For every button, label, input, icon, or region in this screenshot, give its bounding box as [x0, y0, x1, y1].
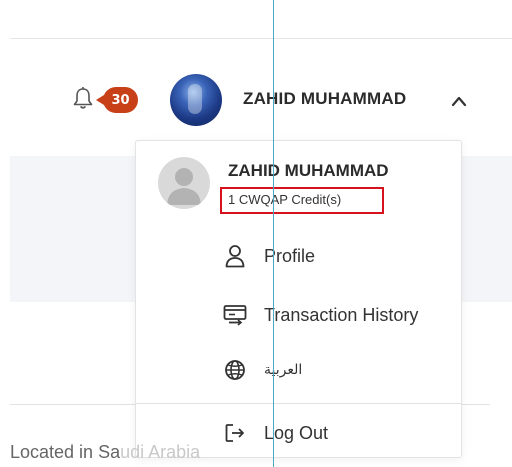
transaction-history-icon	[220, 300, 250, 330]
location-obscured-text: udi Arabia	[120, 442, 201, 462]
user-menu-name[interactable]: ZAHID MUHAMMAD	[243, 89, 406, 109]
menu-label-profile: Profile	[264, 245, 316, 266]
menu-label-transaction-history: Transaction History	[264, 304, 419, 325]
location-text: Located in Saudi Arabia	[10, 442, 200, 463]
globe-icon	[220, 355, 250, 385]
logout-icon	[220, 418, 250, 448]
menu-label-arabic: العربية	[264, 362, 303, 378]
menu-item-logout[interactable]: Log Out	[220, 416, 328, 450]
avatar[interactable]	[170, 74, 222, 126]
default-avatar-icon	[158, 157, 210, 209]
vertical-guide-line	[273, 0, 274, 467]
menu-item-transaction-history[interactable]: Transaction History	[220, 298, 418, 332]
menu-item-profile[interactable]: Profile	[220, 239, 315, 273]
bell-icon[interactable]	[72, 86, 94, 110]
chevron-up-icon[interactable]	[451, 92, 467, 107]
dropdown-divider	[136, 403, 461, 404]
dropdown-user-name: ZAHID MUHAMMAD	[228, 161, 389, 180]
notification-badge[interactable]: 30	[96, 87, 138, 113]
header-divider	[10, 38, 512, 39]
credits-text: 1 CWQAP Credit(s)	[228, 192, 342, 207]
user-dropdown-menu: ZAHID MUHAMMAD 1 CWQAP Credit(s) Profile…	[135, 140, 462, 458]
person-icon	[220, 241, 250, 271]
menu-item-arabic[interactable]: العربية	[220, 353, 302, 387]
location-visible-text: Located in Sa	[10, 442, 121, 462]
